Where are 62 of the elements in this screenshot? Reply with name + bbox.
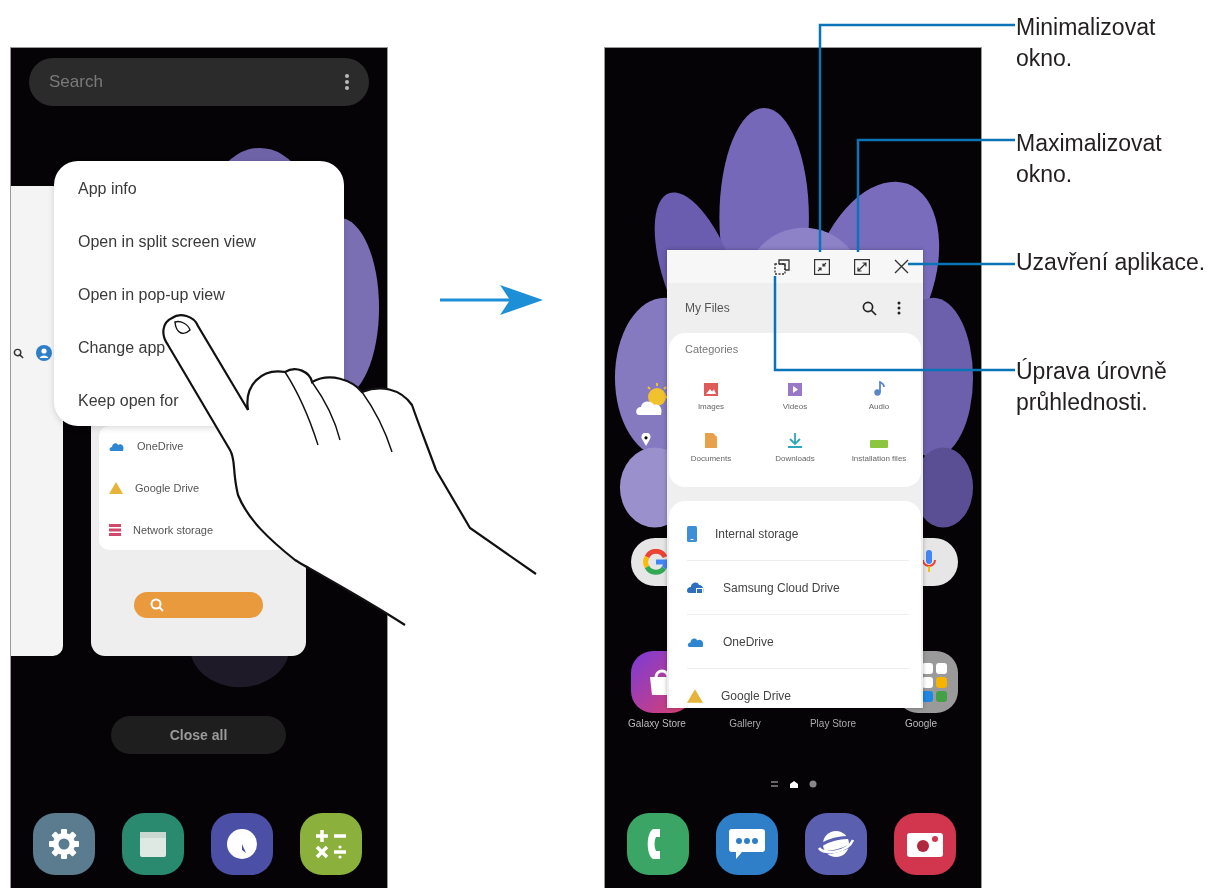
messages-icon[interactable] <box>716 813 778 875</box>
app-label: Galaxy Store <box>627 718 687 729</box>
storage-label[interactable]: OneDrive <box>723 634 774 649</box>
video-icon[interactable] <box>788 383 802 396</box>
menu-item[interactable]: Open in split screen view <box>78 228 256 256</box>
storage-label[interactable]: Internal storage <box>715 526 799 541</box>
music-note-icon[interactable] <box>873 381 885 396</box>
category-label[interactable]: Documents <box>690 454 732 463</box>
callout-label: Minimalizovat okno. <box>1016 13 1156 73</box>
cloud-icon <box>687 636 705 647</box>
close-all-button[interactable]: Close all <box>111 716 286 754</box>
category-label[interactable]: Images <box>697 402 725 411</box>
callout-label: Úprava úrovně průhlednosti. <box>1016 357 1167 417</box>
menu-item[interactable]: Keep open for <box>78 387 179 415</box>
image-icon[interactable] <box>704 383 718 396</box>
storage-label[interactable]: Samsung Cloud Drive <box>723 580 840 595</box>
google-logo-icon <box>643 549 669 575</box>
more-icon[interactable] <box>897 301 901 315</box>
triangle-icon <box>687 688 703 703</box>
calendar-icon[interactable] <box>122 813 184 875</box>
calculator-icon[interactable] <box>300 813 362 875</box>
transparency-icon[interactable] <box>774 258 790 275</box>
storage-label[interactable]: Network storage <box>133 524 214 536</box>
search-icon <box>150 598 164 612</box>
server-icon <box>109 524 121 536</box>
app-label: Play Store <box>808 718 858 729</box>
category-label[interactable]: Audio <box>868 402 890 411</box>
internet-icon[interactable] <box>805 813 867 875</box>
category-label[interactable]: Installation files <box>851 454 907 463</box>
triangle-icon <box>109 482 123 494</box>
storage-label[interactable]: Google Drive <box>721 688 792 703</box>
cloud-icon <box>687 580 705 595</box>
search-icon[interactable] <box>862 300 877 316</box>
callout-label: Uzavření aplikace. <box>1016 248 1206 277</box>
app-label: Gallery <box>728 718 762 729</box>
settings-icon[interactable] <box>33 813 95 875</box>
menu-item[interactable]: Change app <box>78 334 166 362</box>
storage-label[interactable]: Google Drive <box>135 482 200 494</box>
profile-icon[interactable] <box>36 345 52 361</box>
storage-label[interactable]: OneDrive <box>137 440 184 452</box>
callout-label: Maximalizovat okno. <box>1016 129 1162 189</box>
more-icon[interactable] <box>345 74 349 90</box>
category-label[interactable]: Downloads <box>775 454 815 463</box>
close-icon[interactable] <box>894 259 909 274</box>
location-pin-icon <box>641 433 651 446</box>
menu-item[interactable]: Open in pop-up view <box>78 281 225 309</box>
menu-item[interactable]: App info <box>78 175 137 203</box>
app-label: Google <box>903 718 939 729</box>
search-icon[interactable] <box>13 347 24 359</box>
phone-icon <box>687 525 697 542</box>
app-title: My Files <box>685 301 731 315</box>
category-label[interactable]: Videos <box>782 402 808 411</box>
section-title: Categories <box>684 343 740 355</box>
microphone-icon[interactable] <box>922 550 936 574</box>
camera-icon[interactable] <box>894 813 956 875</box>
page-indicator-icon[interactable] <box>771 780 817 788</box>
maximize-icon[interactable] <box>854 258 870 275</box>
minimize-icon[interactable] <box>814 258 830 275</box>
clock-icon[interactable] <box>211 813 273 875</box>
download-icon[interactable] <box>788 433 802 448</box>
phone-icon[interactable] <box>627 813 689 875</box>
cloud-icon <box>109 441 125 451</box>
